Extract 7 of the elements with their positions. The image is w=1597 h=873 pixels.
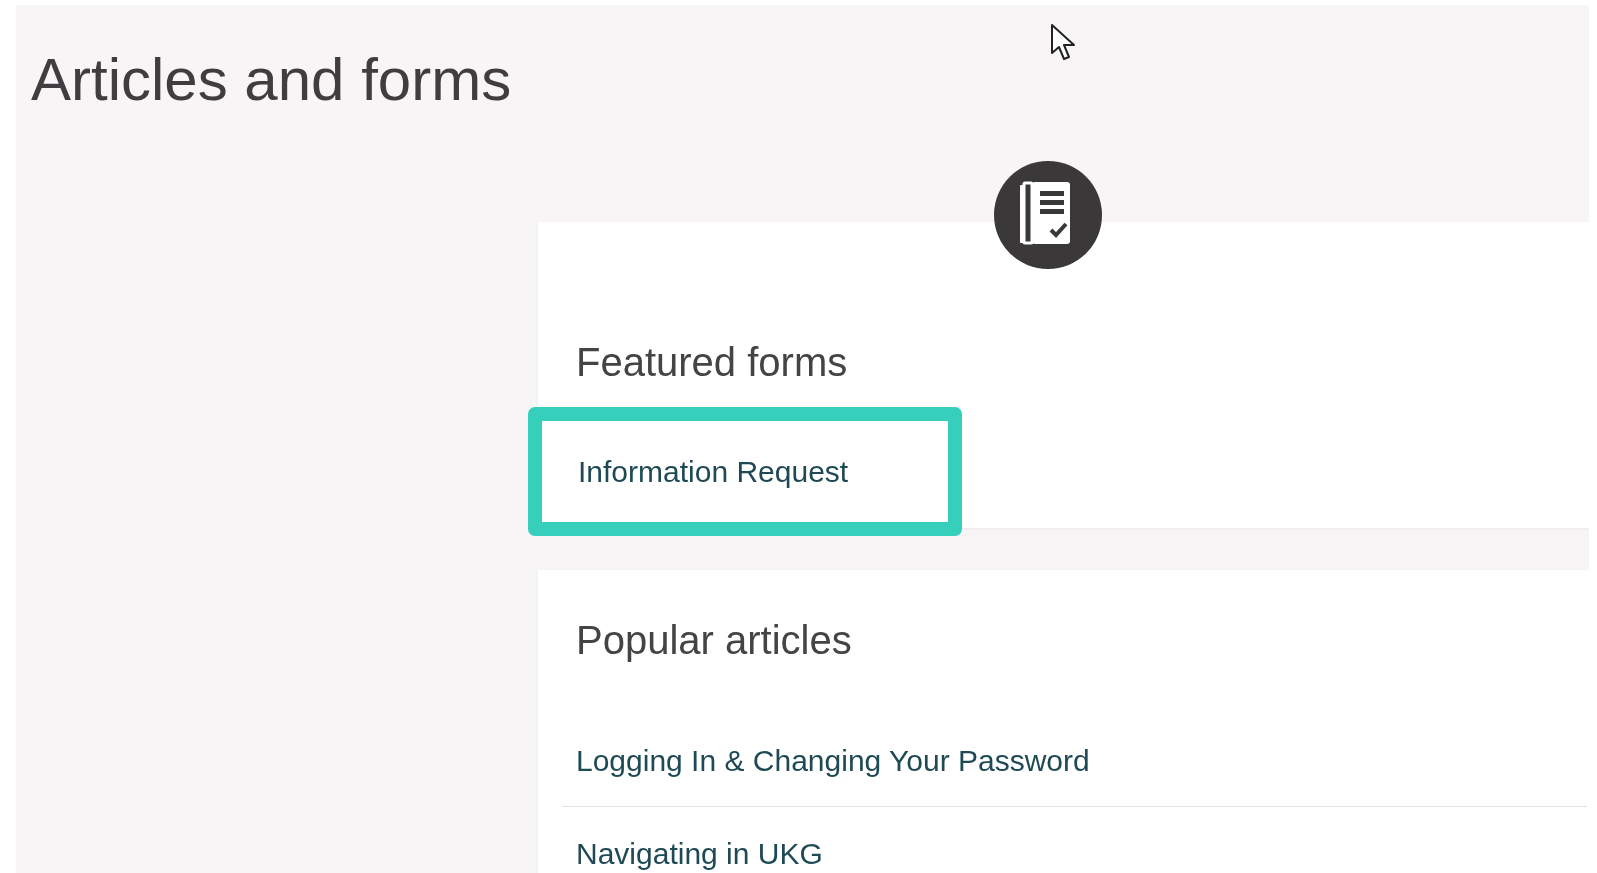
article-link[interactable]: Logging In & Changing Your Password [562,714,1587,807]
form-link[interactable]: Information Request [528,407,962,536]
section-heading: Featured forms [576,339,849,386]
article-link[interactable]: Navigating in UKG [562,807,1587,873]
mouse-cursor-icon [1050,23,1078,63]
page-title: Articles and forms [31,45,512,115]
section-heading: Popular articles [576,617,852,664]
